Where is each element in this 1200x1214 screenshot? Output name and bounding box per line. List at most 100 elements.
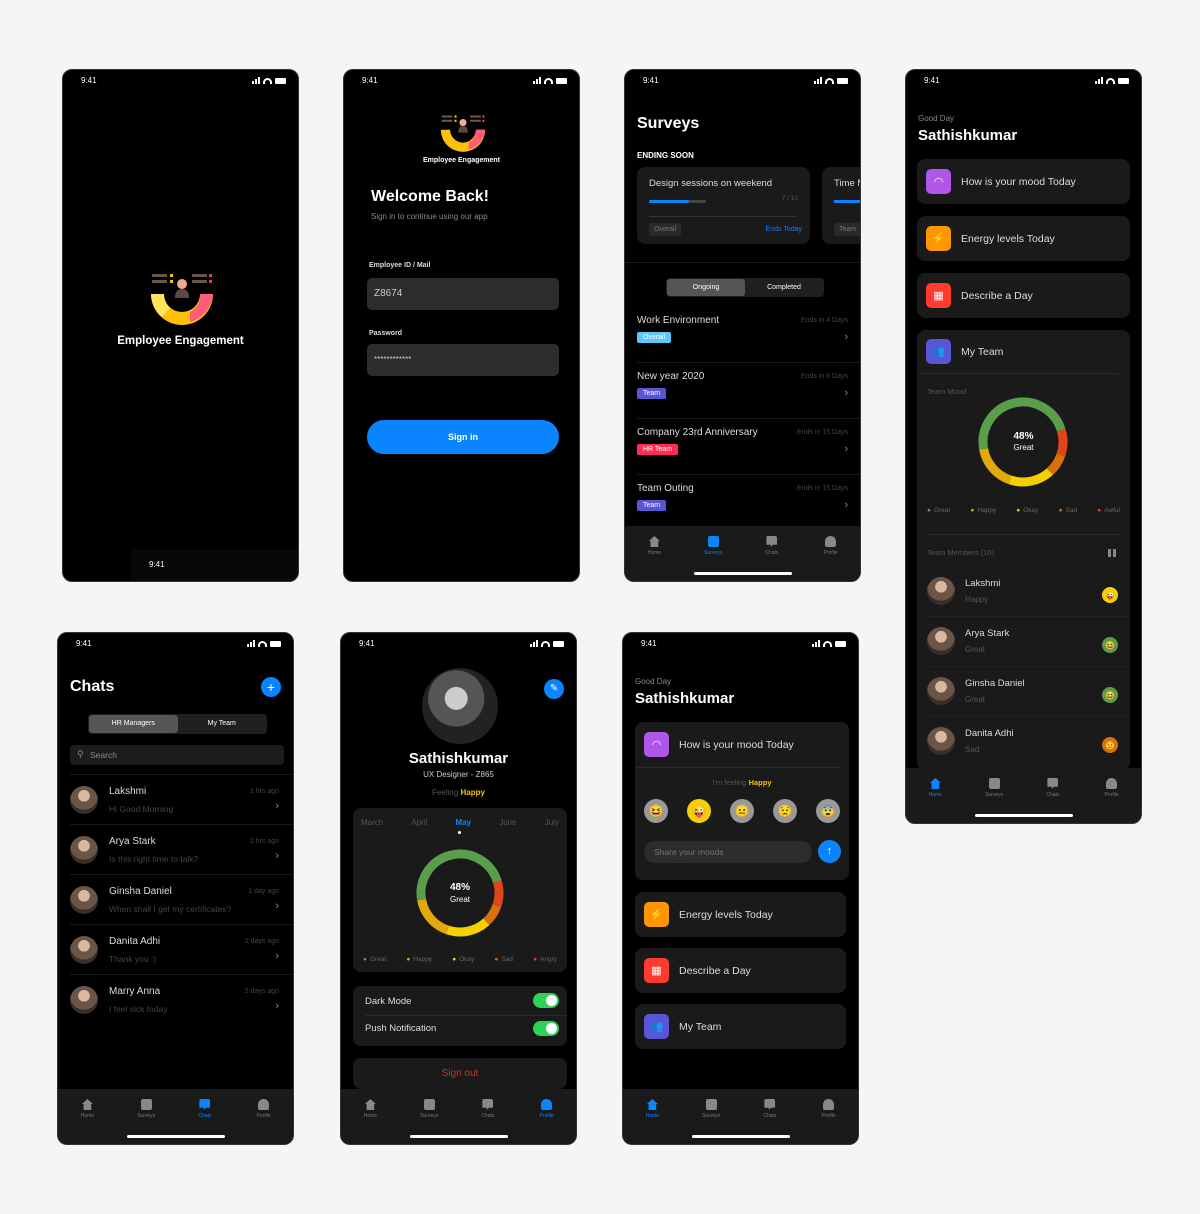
settings-card: Dark Mode Push Notification — [353, 986, 567, 1046]
feeling-value: Happy — [748, 778, 772, 787]
lightning-icon: ⚡ — [644, 902, 669, 927]
tab-profile[interactable]: Profile — [239, 1099, 289, 1144]
employee-id-input[interactable]: Z8674 — [367, 278, 559, 310]
battery-icon — [1118, 77, 1129, 84]
tab-label: Profile — [823, 550, 838, 556]
tab-label: Surveys — [137, 1113, 156, 1119]
avatar — [70, 836, 98, 864]
search-input[interactable]: ⚲ Search — [70, 745, 284, 765]
mood-emoji-icon: 😆 — [1102, 637, 1118, 653]
mood-card[interactable]: ◠ How is your mood Today — [917, 159, 1130, 204]
team-member-item[interactable]: Lakshmi Happy 😜 — [927, 567, 1130, 617]
tab-home[interactable]: Home — [629, 536, 679, 581]
team-member-item[interactable]: Danita Adhi Sad 😟 — [927, 717, 1130, 767]
describe-day-card[interactable]: ▦ Describe a Day — [635, 948, 846, 993]
feeling-text: I'm feeling Happy — [635, 778, 849, 787]
chat-list-item[interactable]: Arya Stark Is this right time to talk? 2… — [70, 824, 293, 874]
tab-my-team[interactable]: My Team — [178, 715, 267, 733]
chat-list-item[interactable]: Ginsha Daniel When shall I get my certif… — [70, 874, 293, 924]
home-indicator — [126, 1135, 225, 1138]
send-button[interactable]: ↑ — [818, 840, 841, 863]
tab-profile[interactable]: Profile — [1087, 778, 1137, 823]
featured-survey-card[interactable]: Time M Team — [822, 167, 860, 244]
energy-card[interactable]: ⚡ Energy levels Today — [635, 892, 846, 937]
home-icon — [81, 1099, 93, 1110]
edit-profile-button[interactable]: ✎ — [544, 679, 564, 699]
survey-list-item[interactable]: Work Environment Ends in 4 Days Overall … — [637, 307, 860, 363]
tab-home[interactable]: Home — [345, 1099, 395, 1144]
tab-profile[interactable]: Profile — [522, 1099, 572, 1144]
tab-profile[interactable]: Profile — [806, 536, 856, 581]
survey-tag: Overall — [637, 332, 672, 343]
calendar-icon: ▦ — [644, 958, 669, 983]
mood-label: Great — [1013, 443, 1034, 452]
status-time: 9:41 — [359, 639, 375, 648]
tab-home[interactable]: Home — [910, 778, 960, 823]
clipboard-icon — [707, 536, 719, 547]
mood-emoji-icon: 😟 — [1102, 737, 1118, 753]
push-notification-toggle[interactable] — [533, 1021, 559, 1036]
month-tab[interactable]: July — [545, 818, 559, 827]
chat-list-item[interactable]: Marry Anna I feel sick today 2 days ago … — [70, 974, 293, 1024]
wifi-icon — [823, 640, 832, 647]
featured-survey-card[interactable]: Design sessions on weekend 7 / 10 Overal… — [637, 167, 810, 244]
signal-icon — [533, 77, 541, 84]
dark-mode-toggle[interactable] — [533, 993, 559, 1008]
happy-emoji-icon[interactable]: 😜 — [687, 799, 711, 823]
month-tab[interactable]: June — [499, 818, 516, 827]
card-label: My Team — [961, 345, 1004, 358]
member-mood: Sad — [965, 745, 980, 754]
month-tab[interactable]: March — [361, 818, 383, 827]
legend-angry: Angry — [533, 956, 557, 963]
chat-message: Hi Good Morning — [109, 804, 174, 814]
sign-out-button[interactable]: Sign out — [353, 1058, 567, 1089]
card-label: My Team — [679, 1020, 722, 1033]
clipboard-icon — [140, 1099, 152, 1110]
tab-home[interactable]: Home — [627, 1099, 677, 1144]
chat-name: Danita Adhi — [109, 936, 161, 947]
gauge-icon: ◠ — [926, 169, 951, 194]
chat-message: When shall I get my certificates? — [109, 904, 232, 914]
card-label: Energy levels Today — [961, 232, 1055, 245]
angry-emoji-icon[interactable]: 😨 — [816, 799, 840, 823]
wifi-icon — [544, 77, 553, 84]
section-title: ENDING SOON — [637, 151, 694, 160]
month-tab[interactable]: April — [411, 818, 427, 827]
wifi-icon — [541, 640, 550, 647]
sign-in-button[interactable]: Sign in — [367, 420, 559, 454]
tab-completed[interactable]: Completed — [745, 279, 823, 296]
describe-day-card[interactable]: ▦ Describe a Day — [917, 273, 1130, 318]
tab-hr-managers[interactable]: HR Managers — [89, 715, 178, 733]
team-member-item[interactable]: Ginsha Daniel Great 😆 — [927, 667, 1130, 717]
chat-list-item[interactable]: Lakshmi Hi Good Morning 1 hrs ago › — [70, 774, 293, 824]
okay-emoji-icon[interactable]: 😐 — [730, 799, 754, 823]
tab-ongoing[interactable]: Ongoing — [667, 279, 745, 296]
team-member-item[interactable]: Arya Stark Great 😆 — [927, 617, 1130, 667]
member-mood: Happy — [965, 595, 989, 604]
my-team-card[interactable]: 👥 My Team — [635, 1004, 846, 1049]
grid-view-icon[interactable] — [1108, 549, 1116, 557]
laughing-emoji-icon[interactable]: 😆 — [644, 799, 668, 823]
profile-role: UX Designer - Z865 — [423, 770, 494, 779]
page-title: Surveys — [637, 115, 700, 132]
energy-card[interactable]: ⚡ Energy levels Today — [917, 216, 1130, 261]
tab-home[interactable]: Home — [62, 1099, 112, 1144]
sad-emoji-icon[interactable]: 😟 — [773, 799, 797, 823]
survey-list-item[interactable]: Team Outing Ends in 15 Days Team › — [637, 475, 860, 531]
survey-title: Team Outing — [637, 483, 694, 494]
legend-okay: Okay — [1016, 507, 1038, 514]
signal-icon — [1095, 77, 1103, 84]
new-chat-button[interactable]: + — [261, 677, 281, 697]
survey-list-item[interactable]: New year 2020 Ends in 6 Days Team › — [637, 363, 860, 419]
donut-slice-okay — [445, 918, 490, 937]
chat-message: Thank you :) — [109, 954, 157, 964]
month-tab-selected[interactable]: May — [456, 818, 472, 827]
share-mood-input[interactable]: Share your moods — [644, 841, 812, 863]
person-icon — [541, 1099, 553, 1110]
chat-list-item[interactable]: Danita Adhi Thank you :) 2 days ago › — [70, 924, 293, 974]
tab-profile[interactable]: Profile — [804, 1099, 854, 1144]
card-label: How is your mood Today — [679, 738, 794, 751]
wifi-icon — [258, 640, 267, 647]
password-input[interactable]: ************ — [367, 344, 559, 376]
survey-list-item[interactable]: Company 23rd Anniversary Ends in 15 Days… — [637, 419, 860, 475]
